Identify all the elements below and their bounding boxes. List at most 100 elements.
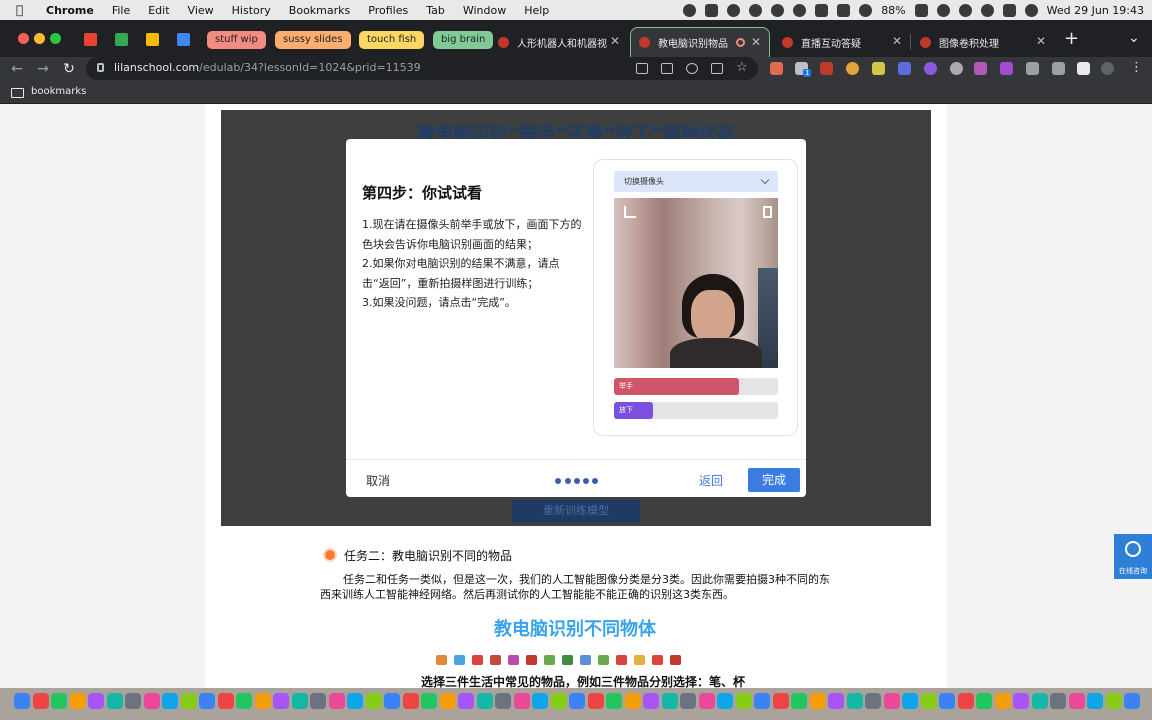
dock-app-icon[interactable] bbox=[51, 693, 67, 709]
apple-menu-icon[interactable]:  bbox=[16, 3, 34, 17]
maximize-window-icon[interactable] bbox=[50, 33, 61, 44]
share-icon[interactable] bbox=[711, 63, 723, 74]
dock-app-icon[interactable] bbox=[717, 693, 733, 709]
menu-bookmarks[interactable]: Bookmarks bbox=[289, 4, 350, 17]
wechat-icon[interactable] bbox=[749, 3, 763, 17]
menu-help[interactable]: Help bbox=[524, 4, 549, 17]
tab-active-lesson[interactable]: 教电脑识别物品 ✕ bbox=[630, 27, 770, 57]
dock-app-icon[interactable] bbox=[513, 693, 530, 709]
dock-app-icon[interactable] bbox=[698, 693, 715, 709]
extension-icon[interactable] bbox=[820, 62, 833, 75]
dock-app-icon[interactable] bbox=[643, 693, 659, 709]
dock-app-icon[interactable] bbox=[569, 693, 585, 709]
dock-app-icon[interactable] bbox=[32, 693, 49, 709]
screen-mirror-icon[interactable] bbox=[837, 3, 851, 17]
dock-app-icon[interactable] bbox=[180, 693, 197, 709]
dock-app-icon[interactable] bbox=[291, 693, 308, 709]
dock-app-icon[interactable] bbox=[384, 693, 400, 709]
dock-app-icon[interactable] bbox=[1087, 693, 1103, 709]
dock-app-icon[interactable] bbox=[254, 693, 271, 709]
dock-app-icon[interactable] bbox=[365, 693, 382, 709]
url-text[interactable]: lilanschool.com/edulab/34?lessonId=1024&… bbox=[114, 61, 421, 74]
dock-app-icon[interactable] bbox=[236, 693, 252, 709]
gmail-tab-icon[interactable] bbox=[84, 33, 97, 46]
menu-app-name[interactable]: Chrome bbox=[46, 4, 94, 17]
profile-avatar[interactable] bbox=[1101, 62, 1114, 75]
puzzle-extensions-icon[interactable] bbox=[1026, 62, 1039, 75]
input-method-icon[interactable] bbox=[815, 3, 829, 17]
dock-app-icon[interactable] bbox=[809, 693, 826, 709]
siri-icon[interactable] bbox=[1024, 3, 1038, 17]
dock-app-icon[interactable] bbox=[458, 693, 474, 709]
close-tab-icon[interactable]: ✕ bbox=[892, 34, 902, 48]
dock-app-icon[interactable] bbox=[125, 693, 141, 709]
wifi-icon[interactable] bbox=[936, 3, 950, 17]
dock-app-icon[interactable] bbox=[902, 693, 918, 709]
new-tab-button[interactable]: + bbox=[1064, 28, 1079, 49]
zoom-icon[interactable] bbox=[686, 63, 698, 74]
dock-app-icon[interactable] bbox=[199, 693, 215, 709]
dock-app-icon[interactable] bbox=[828, 693, 844, 709]
dock-app-icon[interactable] bbox=[421, 693, 437, 709]
mirror-icon[interactable] bbox=[763, 206, 772, 218]
dock-app-icon[interactable] bbox=[587, 693, 604, 709]
dock-app-icon[interactable] bbox=[402, 693, 419, 709]
dock-app-icon[interactable] bbox=[1031, 693, 1048, 709]
creative-cloud-icon[interactable] bbox=[683, 3, 697, 17]
extension-icon[interactable] bbox=[770, 62, 783, 75]
close-tab-icon[interactable]: ✕ bbox=[1036, 34, 1046, 48]
calendar-tab-icon[interactable] bbox=[177, 33, 190, 46]
tab-live-qa[interactable]: 直播互动答疑 ✕ bbox=[774, 27, 910, 57]
dock-app-icon[interactable] bbox=[14, 693, 30, 709]
dock-app-icon[interactable] bbox=[310, 693, 326, 709]
extension-icon[interactable] bbox=[872, 62, 885, 75]
user-icon[interactable] bbox=[980, 3, 994, 17]
dock-app-icon[interactable] bbox=[217, 693, 234, 709]
dock-app-icon[interactable] bbox=[1013, 693, 1029, 709]
dock-app-icon[interactable] bbox=[143, 693, 160, 709]
translate-icon[interactable] bbox=[661, 63, 673, 74]
extension-icon[interactable] bbox=[950, 62, 963, 75]
reload-icon[interactable]: ↻ bbox=[60, 60, 78, 78]
dock-app-icon[interactable] bbox=[476, 693, 493, 709]
dock-app-icon[interactable] bbox=[328, 693, 345, 709]
menu-profiles[interactable]: Profiles bbox=[368, 4, 408, 17]
crop-icon[interactable] bbox=[624, 206, 636, 218]
tab-group-stuff-wip[interactable]: stuff wip bbox=[207, 31, 266, 49]
menu-view[interactable]: View bbox=[188, 4, 214, 17]
dock-app-icon[interactable] bbox=[680, 693, 696, 709]
help-icon[interactable] bbox=[793, 3, 807, 17]
dock-app-icon[interactable] bbox=[772, 693, 789, 709]
dock-app-icon[interactable] bbox=[865, 693, 881, 709]
close-tab-icon[interactable]: ✕ bbox=[610, 34, 620, 48]
back-button[interactable]: 返回 bbox=[699, 472, 723, 489]
dock-app-icon[interactable] bbox=[994, 693, 1011, 709]
menu-file[interactable]: File bbox=[112, 4, 130, 17]
dock-app-icon[interactable] bbox=[106, 693, 123, 709]
extension-icon[interactable] bbox=[898, 62, 911, 75]
chrome-menu-icon[interactable]: ⋮ bbox=[1130, 60, 1143, 75]
menu-edit[interactable]: Edit bbox=[148, 4, 169, 17]
camera-in-use-icon[interactable] bbox=[636, 63, 648, 74]
dock-app-icon[interactable] bbox=[883, 693, 900, 709]
printer-icon[interactable] bbox=[705, 3, 719, 17]
drive-tab-icon[interactable] bbox=[115, 33, 128, 46]
clock[interactable]: Wed 29 Jun 19:43 bbox=[1047, 4, 1144, 17]
dock-app-icon[interactable] bbox=[606, 693, 622, 709]
close-window-icon[interactable] bbox=[18, 33, 29, 44]
moon-icon[interactable] bbox=[771, 3, 785, 17]
dock-app-icon[interactable] bbox=[1068, 693, 1085, 709]
extension-icon[interactable] bbox=[924, 62, 937, 75]
dock-app-icon[interactable] bbox=[347, 693, 363, 709]
close-tab-icon[interactable]: ✕ bbox=[751, 35, 761, 49]
dock-app-icon[interactable] bbox=[939, 693, 955, 709]
switch-camera-select[interactable]: 切换摄像头 bbox=[614, 171, 778, 192]
tab-group-sussy-slides[interactable]: sussy slides bbox=[275, 31, 351, 49]
dock-app-icon[interactable] bbox=[273, 693, 289, 709]
dock-app-icon[interactable] bbox=[532, 693, 548, 709]
dock-app-icon[interactable] bbox=[439, 693, 456, 709]
bluetooth-icon[interactable] bbox=[859, 3, 873, 17]
dock-app-icon[interactable] bbox=[162, 693, 178, 709]
control-center-icon[interactable] bbox=[1002, 3, 1016, 17]
tab-group-touch-fish[interactable]: touch fish bbox=[359, 31, 425, 49]
